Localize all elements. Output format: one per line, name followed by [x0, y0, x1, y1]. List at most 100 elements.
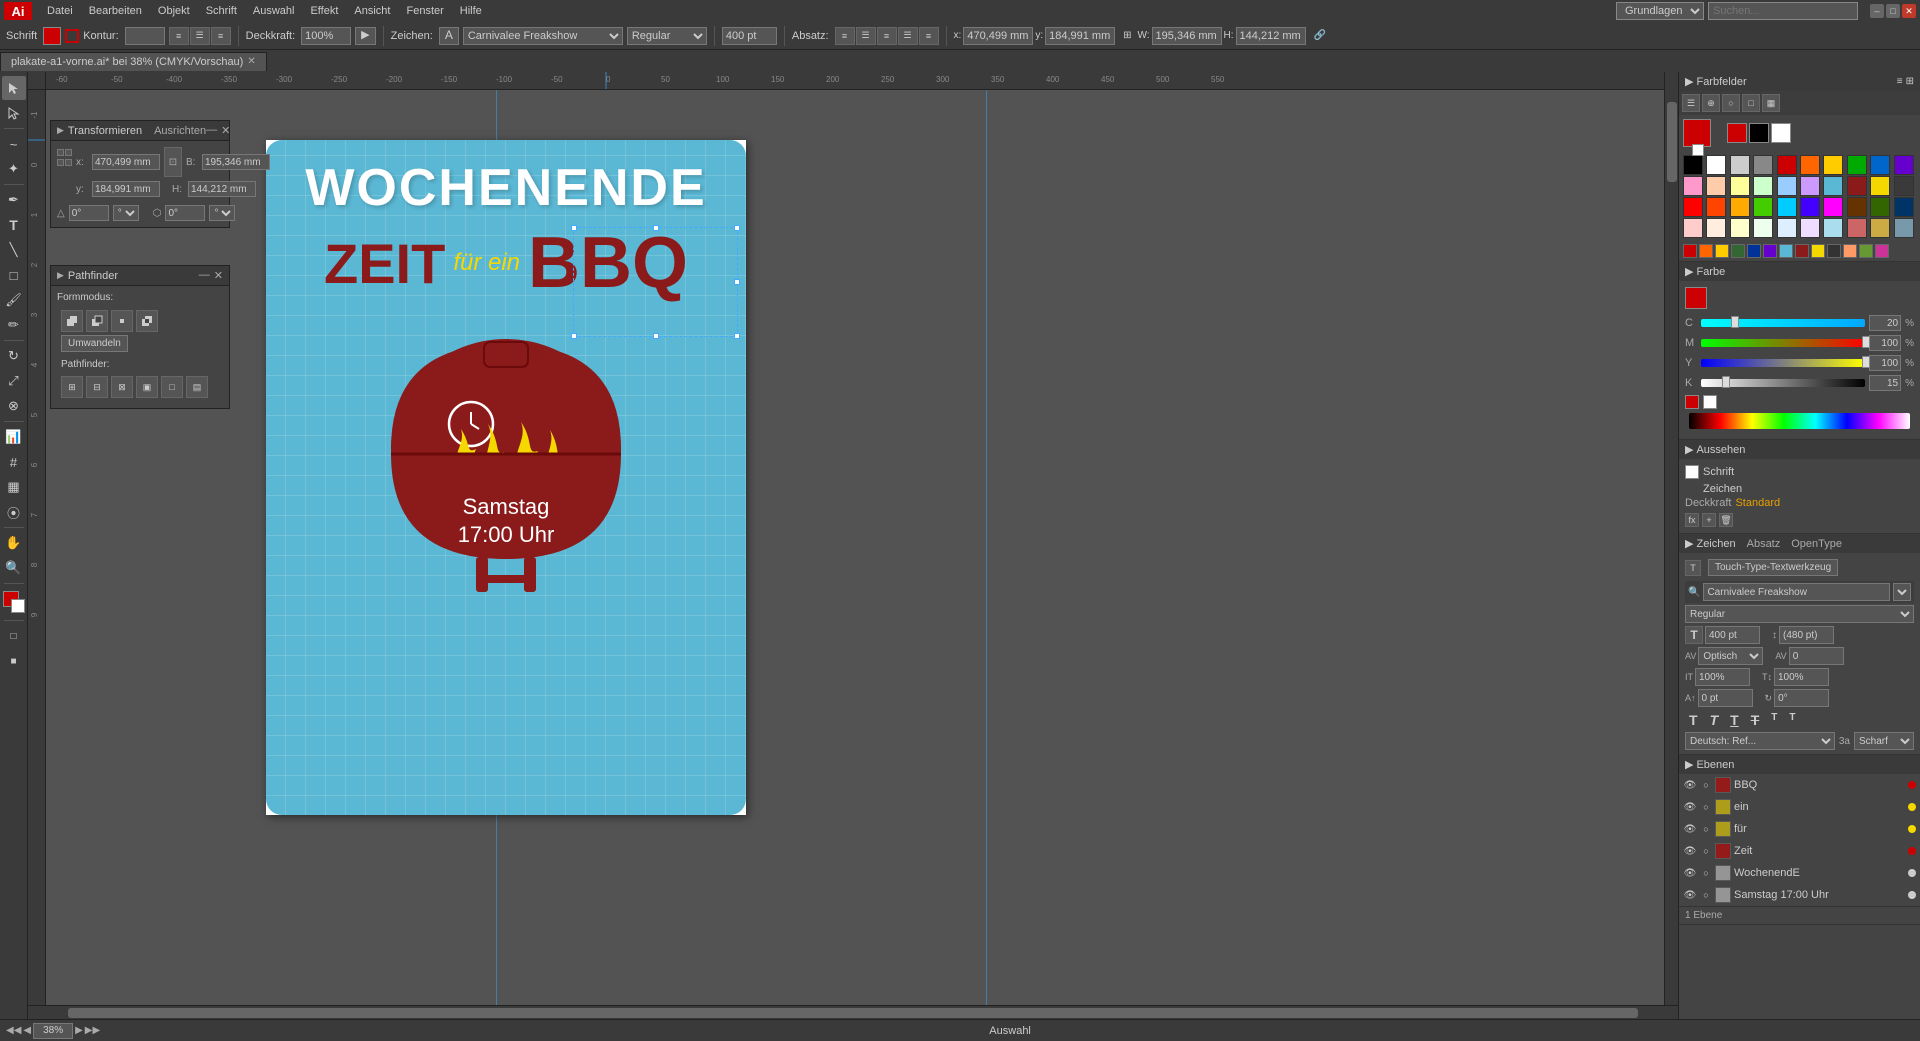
swatch-cell-25[interactable] [1800, 197, 1820, 217]
scale-v-input[interactable] [1774, 668, 1829, 686]
pf-outline-btn[interactable]: □ [161, 376, 183, 398]
para-right-btn[interactable]: ≡ [877, 27, 897, 45]
align-center-btn[interactable]: ☰ [190, 27, 210, 45]
gradient-tool[interactable]: ▦ [2, 475, 26, 499]
y-coord-input[interactable] [1045, 27, 1115, 45]
m-value[interactable] [1869, 335, 1901, 351]
transform-y-input[interactable] [92, 181, 160, 197]
swatch-cell-24[interactable] [1777, 197, 1797, 217]
swatch-cell-7[interactable] [1847, 155, 1867, 175]
swatches-list-icon[interactable]: ≡ [1897, 76, 1903, 87]
scale-tool[interactable]: ⤢ [2, 369, 26, 393]
color-preset-red[interactable] [1685, 395, 1699, 409]
vscroll-thumb[interactable] [1667, 102, 1677, 182]
k-value[interactable] [1869, 375, 1901, 391]
font-size-input-char[interactable] [1705, 626, 1760, 644]
pencil-tool[interactable]: ✏ [2, 313, 26, 337]
swatches-grid-icon[interactable]: ⊞ [1906, 76, 1914, 87]
app-del-btn[interactable]: 🗑 [1719, 513, 1733, 527]
swatch-yellow[interactable] [1715, 244, 1729, 258]
swatch-cell-26[interactable] [1823, 197, 1843, 217]
pf-minus-back-btn[interactable]: ▤ [186, 376, 208, 398]
para-center-btn[interactable]: ☰ [856, 27, 876, 45]
menu-schrift[interactable]: Schrift [199, 3, 244, 19]
main-fill-swatch[interactable] [1683, 119, 1711, 147]
swatch-cell-3[interactable] [1753, 155, 1773, 175]
swatch-cell-10[interactable] [1683, 176, 1703, 196]
menu-datei[interactable]: Datei [40, 3, 80, 19]
mesh-tool[interactable]: # [2, 450, 26, 474]
menu-fenster[interactable]: Fenster [399, 3, 450, 19]
swatch-spot-btn[interactable]: ○ [1722, 94, 1740, 112]
close-button[interactable]: ✕ [1902, 4, 1916, 18]
main-stroke-swatch[interactable] [1692, 144, 1704, 156]
app-fx-btn[interactable]: fx [1685, 513, 1699, 527]
transform-h-input[interactable] [188, 181, 256, 197]
swatch-cell-32[interactable] [1730, 218, 1750, 238]
kerning-select[interactable]: Optisch [1698, 647, 1763, 665]
selection-tool[interactable] [2, 76, 26, 100]
absatz-tab[interactable]: Absatz [1747, 538, 1781, 550]
font-size-input[interactable] [722, 27, 777, 45]
superscript-btn[interactable]: T [1767, 710, 1781, 730]
strikethrough-btn[interactable]: T [1747, 710, 1764, 730]
umwandeln-btn[interactable]: Umwandeln [61, 335, 128, 352]
angle2-select[interactable]: ° [209, 205, 235, 221]
layer-eye-0[interactable]: 👁 [1683, 778, 1697, 792]
bold-btn[interactable]: T [1685, 710, 1702, 730]
hand-tool[interactable]: ✋ [2, 531, 26, 555]
y-value[interactable] [1869, 355, 1901, 371]
swatch-cell-4[interactable] [1777, 155, 1797, 175]
swatch-cell-14[interactable] [1777, 176, 1797, 196]
c-slider[interactable] [1701, 318, 1865, 328]
font-name-dropdown[interactable]: ▼ [1893, 583, 1911, 601]
pf-unite-btn[interactable] [61, 310, 83, 332]
swatch-cell-17[interactable] [1847, 176, 1867, 196]
pathfinder-minimize-btn[interactable]: — [199, 269, 210, 282]
layer-row-1[interactable]: 👁 ○ ein [1679, 796, 1920, 818]
zeichen-icon[interactable]: A [439, 27, 459, 45]
transform-minimize-btn[interactable]: — [206, 124, 217, 137]
layer-lock-1[interactable]: ○ [1700, 801, 1712, 813]
swatch-cell-19[interactable] [1894, 176, 1914, 196]
menu-hilfe[interactable]: Hilfe [453, 3, 489, 19]
transform-close-btn[interactable]: ✕ [221, 124, 230, 137]
layer-eye-5[interactable]: 👁 [1683, 888, 1697, 902]
para-left-btn[interactable]: ≡ [835, 27, 855, 45]
swatch-cell-0[interactable] [1683, 155, 1703, 175]
touch-type-button[interactable]: Touch-Type-Textwerkzeug [1708, 559, 1838, 576]
swatch-cell-33[interactable] [1753, 218, 1773, 238]
align-right-btn[interactable]: ≡ [211, 27, 231, 45]
swatch-cell-12[interactable] [1730, 176, 1750, 196]
swatch-cell-6[interactable] [1823, 155, 1843, 175]
font-select[interactable]: Carnivalee Freakshow [463, 27, 623, 45]
pen-tool[interactable]: ✒ [2, 188, 26, 212]
para-justify2-btn[interactable]: ≡ [919, 27, 939, 45]
font-style-dropdown[interactable]: Regular [1685, 605, 1914, 623]
zeichen-app-label[interactable]: Zeichen [1703, 483, 1742, 495]
fill-swatch[interactable] [43, 27, 61, 45]
minimize-button[interactable]: – [1870, 4, 1884, 18]
pf-divide-btn[interactable]: ⊞ [61, 376, 83, 398]
y-slider[interactable] [1701, 358, 1865, 368]
swatch-cell-22[interactable] [1730, 197, 1750, 217]
swatch-cell-36[interactable] [1823, 218, 1843, 238]
rotate-tool[interactable]: ↻ [2, 344, 26, 368]
swatch-cell-15[interactable] [1800, 176, 1820, 196]
layers-header[interactable]: ▶ Ebenen [1679, 755, 1920, 774]
pf-crop-btn[interactable]: ▣ [136, 376, 158, 398]
rect-tool[interactable]: □ [2, 263, 26, 287]
layer-row-4[interactable]: 👁 ○ WochenendE [1679, 862, 1920, 884]
swatch-salmon[interactable] [1843, 244, 1857, 258]
swatch-green[interactable] [1731, 244, 1745, 258]
angle1-select[interactable]: ° [113, 205, 139, 221]
swatch-cell-28[interactable] [1870, 197, 1890, 217]
menu-bearbeiten[interactable]: Bearbeiten [82, 3, 149, 19]
h-input[interactable] [1236, 27, 1306, 45]
pf-intersect-btn[interactable] [111, 310, 133, 332]
ausrichten-tab[interactable]: Ausrichten [154, 125, 206, 137]
font-style-select[interactable]: Regular [627, 27, 707, 45]
m-slider[interactable] [1701, 338, 1865, 348]
menu-auswahl[interactable]: Auswahl [246, 3, 302, 19]
swatch-cell-21[interactable] [1706, 197, 1726, 217]
